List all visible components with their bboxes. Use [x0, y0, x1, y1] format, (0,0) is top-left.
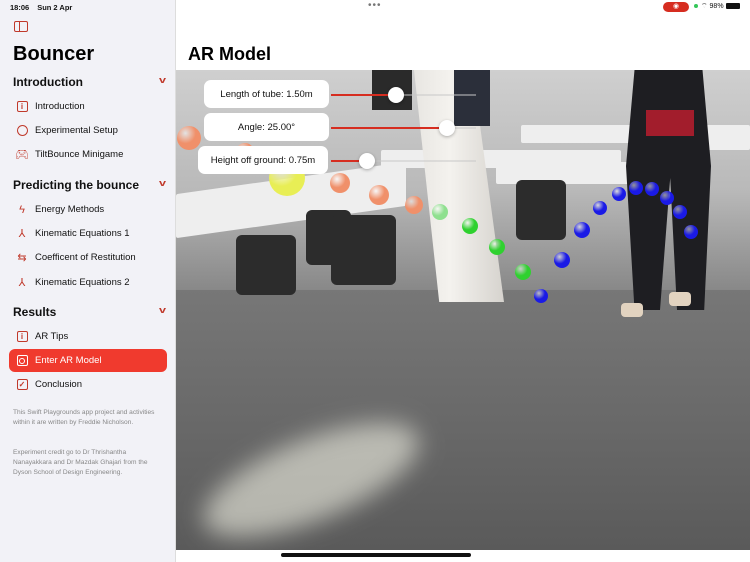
- sidebar-item-experimental-setup[interactable]: Experimental Setup: [9, 119, 167, 142]
- trajectory-ball: [645, 182, 659, 196]
- section-label: Predicting the bounce: [13, 178, 140, 192]
- section-header[interactable]: Results v: [13, 305, 166, 319]
- sidebar-item-enter-ar-model[interactable]: Enter AR Model: [9, 349, 167, 373]
- sidebar-item-energy-methods[interactable]: ϟ Energy Methods: [9, 198, 167, 221]
- trajectory-ball: [432, 204, 448, 220]
- sidebar-item-label: AR Tips: [35, 331, 69, 342]
- section-label: Introduction: [13, 75, 83, 89]
- credit-note: Experiment credit go to Dr Thrishantha N…: [13, 449, 148, 476]
- trajectory-ball: [369, 185, 389, 205]
- slider[interactable]: [331, 153, 476, 169]
- sidebar-item-kinematic-equations-1[interactable]: ⅄ Kinematic Equations 1: [9, 222, 167, 245]
- info-square-icon: i: [15, 330, 29, 344]
- trajectory-ball: [593, 201, 607, 215]
- chevron-down-icon[interactable]: v: [159, 178, 166, 188]
- sidebar-item-label: Kinematic Equations 2: [35, 276, 130, 288]
- bolt-icon: ϟ: [19, 203, 25, 216]
- slider[interactable]: [331, 120, 476, 136]
- gamecontroller-icon: 🎮︎: [15, 149, 29, 162]
- sidebar-item-tiltbounce-minigame[interactable]: 🎮︎ TiltBounce Minigame: [9, 143, 167, 166]
- sidebar-item-kinematic-equations-2[interactable]: ⅄ Kinematic Equations 2: [9, 271, 167, 294]
- slider-label: Height off ground: 0.75m: [198, 146, 328, 174]
- sidebar-item-label: Kinematic Equations 1: [35, 228, 130, 240]
- sidebar: 18:06 Sun 2 Apr Bouncer Introduction v i Int…: [0, 0, 176, 562]
- sidebar-item-label: Enter AR Model: [35, 355, 102, 367]
- info-square-icon: i: [15, 100, 29, 114]
- trajectory-ball: [673, 205, 687, 219]
- status-right: ⌔ 98%: [694, 2, 740, 11]
- trajectory-ball: [574, 222, 590, 238]
- section-header[interactable]: Predicting the bounce v: [13, 178, 166, 192]
- status-time: 18:06 Sun 2 Apr: [10, 3, 80, 12]
- slider-label: Angle: 25.00°: [204, 113, 329, 141]
- trajectory-ball: [684, 225, 698, 239]
- sidebar-item-conclusion[interactable]: ✓ Conclusion: [9, 373, 167, 396]
- slider-thumb[interactable]: [439, 120, 455, 136]
- trajectory-ball: [554, 252, 570, 268]
- axes-icon: ⅄: [18, 276, 26, 289]
- trajectory-ball: [489, 239, 505, 255]
- arrows-bounce-icon: ⇆: [17, 252, 27, 265]
- sidebar-item-label: TiltBounce Minigame: [35, 149, 124, 161]
- trajectory-ball: [462, 218, 478, 234]
- sidebar-item-label: Conclusion: [35, 379, 82, 391]
- trajectory-ball: [177, 126, 201, 150]
- main-content: ••• ◉ ⌔ 98% AR Model Length of tube: 1.5…: [176, 0, 750, 562]
- slider-label: Length of tube: 1.50m: [204, 80, 329, 108]
- circle-icon: [15, 124, 29, 138]
- slider[interactable]: [331, 87, 476, 103]
- section-label: Results: [13, 305, 57, 319]
- axes-icon: ⅄: [18, 228, 26, 241]
- slider-fill: [331, 127, 447, 129]
- chevron-down-icon[interactable]: v: [159, 305, 166, 315]
- trajectory-ball: [612, 187, 626, 201]
- app-title: Bouncer: [13, 43, 95, 65]
- trajectory-ball: [515, 264, 531, 280]
- trajectory-ball: [330, 173, 350, 193]
- slider-fill: [331, 94, 397, 96]
- section-header[interactable]: Introduction v: [13, 75, 166, 89]
- credit-note: This Swift Playgrounds app project and a…: [13, 409, 155, 426]
- multitasking-icon[interactable]: •••: [368, 0, 382, 11]
- date: Sun 2 Apr: [37, 3, 73, 12]
- trajectory-ball: [534, 289, 548, 303]
- sidebar-item-ar-tips[interactable]: i AR Tips: [9, 325, 167, 348]
- battery-icon: [725, 3, 740, 10]
- wifi-icon: ⌔: [701, 3, 710, 10]
- trajectory-ball: [629, 181, 643, 195]
- screen-record-icon[interactable]: ◉: [663, 2, 689, 12]
- chevron-down-icon[interactable]: v: [159, 75, 166, 85]
- sidebar-item-label: Introduction: [35, 101, 85, 112]
- sidebar-item-label: Energy Methods: [35, 204, 105, 215]
- sidebar-toggle-icon[interactable]: [14, 21, 28, 32]
- trajectory-ball: [405, 196, 423, 214]
- trajectory-ball: [660, 191, 674, 205]
- sidebar-item-label: Experimental Setup: [35, 125, 118, 137]
- ar-view[interactable]: Length of tube: 1.50m Angle: 25.00° Height…: [176, 70, 750, 550]
- sidebar-item-coefficent-of-restitution[interactable]: ⇆ Coefficent of Restitution: [9, 246, 167, 269]
- home-indicator[interactable]: [281, 553, 471, 557]
- sidebar-item-label: Coefficent of Restitution: [35, 252, 136, 264]
- checkbox-icon: ✓: [15, 378, 29, 392]
- page-title: AR Model: [188, 44, 271, 64]
- sidebar-item-introduction[interactable]: i Introduction: [9, 95, 167, 118]
- time: 18:06: [10, 3, 30, 12]
- ar-icon: [15, 354, 29, 368]
- battery-level: 98%: [709, 3, 724, 10]
